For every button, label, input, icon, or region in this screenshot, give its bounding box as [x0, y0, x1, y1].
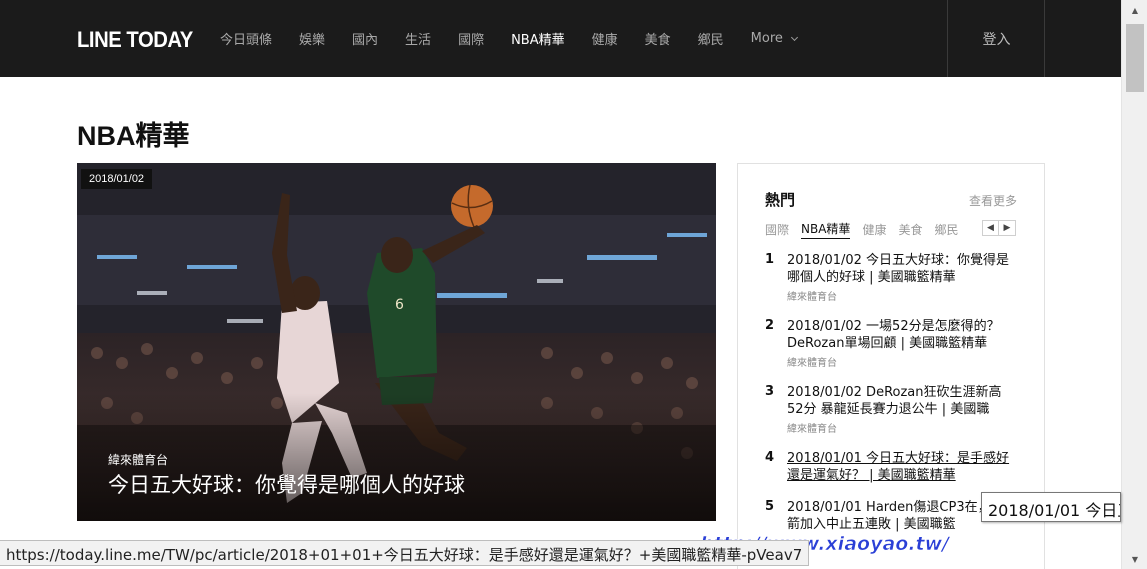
line-today-logo[interactable]: LINE TODAY — [77, 27, 193, 53]
tab-food[interactable]: 美食 — [898, 221, 922, 238]
popular-title: 熱門 — [765, 191, 796, 209]
nav-more-label: More — [750, 31, 783, 46]
rank-number: 1 — [765, 252, 775, 267]
link-tooltip: 2018/01/01 今日五 — [981, 492, 1121, 522]
nav-item-life[interactable]: 生活 — [405, 29, 431, 48]
item-title[interactable]: 2018/01/02 DeRozan狂砍生涯新高52分 暴龍延長賽力退公牛 | … — [787, 384, 1015, 418]
item-source: 緯來體育台 — [787, 292, 837, 303]
item-source: 緯來體育台 — [787, 424, 837, 435]
nav-item-domestic[interactable]: 國內 — [352, 29, 378, 48]
see-more-link[interactable]: 查看更多 — [969, 192, 1017, 209]
nav-more-dropdown[interactable]: More — [750, 31, 798, 46]
nav-item-health[interactable]: 健康 — [592, 29, 618, 48]
list-item[interactable]: 5 2018/01/01 Harden傷退CP3在，火箭加入中止五連敗 | 美國… — [765, 499, 1015, 533]
rank-number: 4 — [765, 450, 775, 465]
list-item[interactable]: 3 2018/01/02 DeRozan狂砍生涯新高52分 暴龍延長賽力退公牛 … — [765, 384, 1015, 435]
scroll-up-arrow-icon[interactable]: ▲ — [1122, 0, 1147, 20]
nav-item-headlines[interactable]: 今日頭條 — [220, 29, 272, 48]
list-item[interactable]: 4 2018/01/01 今日五大好球：是手感好還是運氣好？ | 美國職籃精華 — [765, 450, 1015, 484]
tab-nba[interactable]: NBA精華 — [801, 220, 851, 239]
browser-status-bar: https://today.line.me/TW/pc/article/2018… — [0, 540, 810, 566]
chevron-left-icon[interactable]: ◀ — [982, 220, 999, 236]
chevron-right-icon[interactable]: ▶ — [999, 220, 1016, 236]
rank-number: 2 — [765, 318, 775, 333]
tab-scroll-controls: ◀ ▶ — [982, 220, 1016, 236]
top-nav-bar: LINE TODAY 今日頭條 娛樂 國內 生活 國際 NBA精華 健康 美食 … — [0, 0, 1121, 77]
item-title[interactable]: 2018/01/02 今日五大好球：你覺得是哪個人的好球 | 美國職籃精華 — [787, 252, 1015, 286]
nav-item-netizens[interactable]: 鄉民 — [698, 29, 724, 48]
date-badge: 2018/01/02 — [81, 169, 153, 189]
tab-netizens[interactable]: 鄉民 — [934, 221, 958, 238]
item-source: 緯來體育台 — [787, 358, 837, 369]
hero-gradient-overlay — [77, 393, 716, 521]
popular-list: 1 2018/01/02 今日五大好球：你覺得是哪個人的好球 | 美國職籃精華 … — [765, 252, 1015, 548]
hero-title[interactable]: 今日五大好球：你覺得是哪個人的好球 — [108, 469, 465, 499]
nav-item-international[interactable]: 國際 — [458, 29, 484, 48]
scroll-thumb[interactable] — [1126, 24, 1144, 92]
rank-number: 3 — [765, 384, 775, 399]
tab-health[interactable]: 健康 — [862, 221, 886, 238]
item-title[interactable]: 2018/01/01 今日五大好球：是手感好還是運氣好？ | 美國職籃精華 — [787, 450, 1015, 484]
nav-item-entertainment[interactable]: 娛樂 — [299, 29, 325, 48]
svg-text:6: 6 — [395, 297, 404, 313]
list-item[interactable]: 2 2018/01/02 一場52分是怎麼得的？DeRozan單場回顧 | 美國… — [765, 318, 1015, 369]
hero-article-card[interactable]: 6 2018/01/02 緯來體育台 今日五大好球：你覺得是哪個人的好球 — [77, 163, 716, 521]
chevron-down-icon — [790, 33, 798, 41]
hero-source: 緯來體育台 — [108, 453, 169, 467]
vertical-scrollbar[interactable]: ▲ ▼ — [1121, 0, 1147, 569]
tab-international[interactable]: 國際 — [765, 221, 789, 238]
nav-item-food[interactable]: 美食 — [645, 29, 671, 48]
scroll-down-arrow-icon[interactable]: ▼ — [1122, 549, 1147, 569]
list-item[interactable]: 1 2018/01/02 今日五大好球：你覺得是哪個人的好球 | 美國職籃精華 … — [765, 252, 1015, 303]
rank-number: 5 — [765, 499, 775, 514]
nav-item-nba[interactable]: NBA精華 — [511, 29, 565, 48]
login-button[interactable]: 登入 — [948, 0, 1045, 77]
page-title: NBA精華 — [77, 121, 190, 151]
main-nav: 今日頭條 娛樂 國內 生活 國際 NBA精華 健康 美食 鄉民 More — [220, 0, 798, 77]
item-title[interactable]: 2018/01/02 一場52分是怎麼得的？DeRozan單場回顧 | 美國職籃… — [787, 318, 1015, 352]
category-tabs: 國際 NBA精華 健康 美食 鄉民 — [765, 220, 970, 239]
